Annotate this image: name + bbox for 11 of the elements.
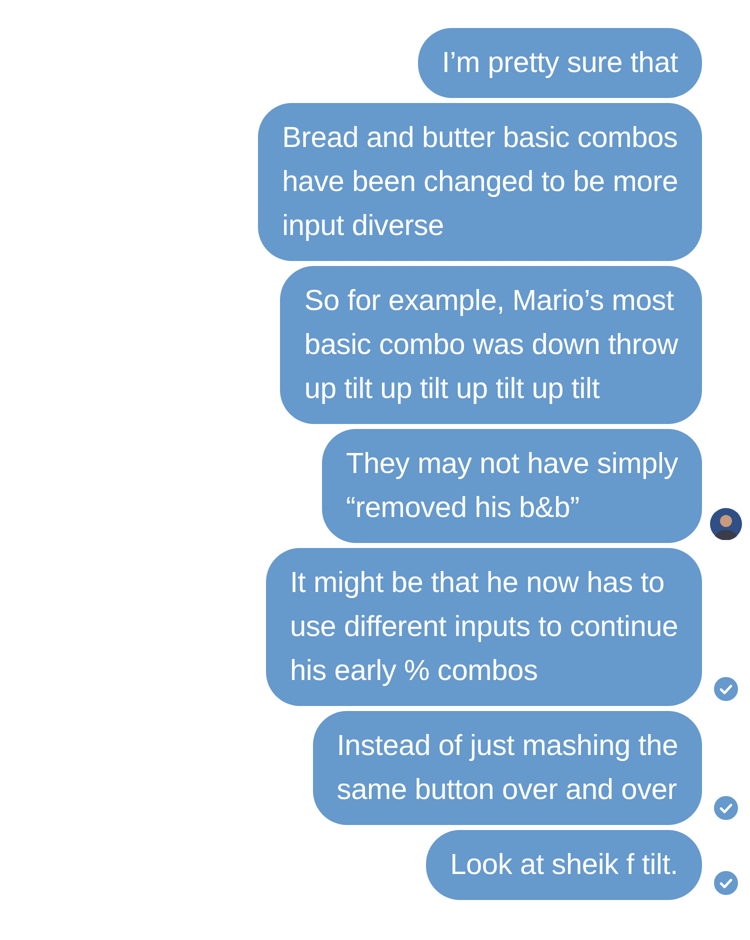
delivered-check-icon xyxy=(714,796,738,820)
message-bubble: So for example, Mario’s most basic combo was down throw up tilt up tilt up tilt up tilt xyxy=(280,266,702,424)
message-bubble: Bread and butter basic combos have been changed to be more input diverse xyxy=(258,103,702,261)
avatar-icon xyxy=(710,508,742,540)
message-bubble: Look at sheik f tilt. xyxy=(426,830,702,900)
delivered-check-icon xyxy=(714,871,738,895)
message-bubble: I’m pretty sure that xyxy=(418,28,702,98)
delivered-check-icon xyxy=(714,677,738,701)
message-bubble: Instead of just mashing the same button over and over xyxy=(312,711,702,825)
message-bubble: It might be that he now has to use different inputs to continue his early % combos xyxy=(266,548,702,706)
message-bubble: They may not have simply “removed his b&b” xyxy=(322,429,702,543)
